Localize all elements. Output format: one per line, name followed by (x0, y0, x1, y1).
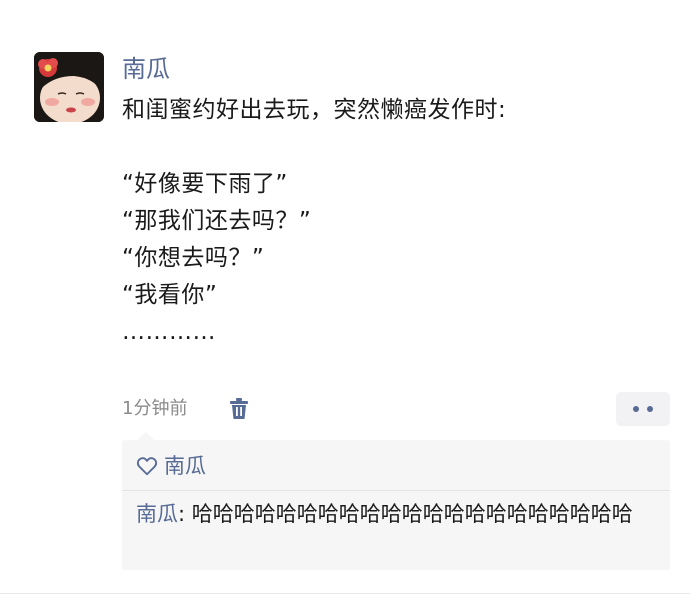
post-line: ………… (122, 319, 216, 345)
post-line: 和闺蜜约好出去玩，突然懒癌发作时: (122, 97, 507, 123)
post-line: “我看你” (122, 282, 218, 308)
post-line (122, 129, 670, 166)
likes-row: 南瓜 (136, 450, 206, 482)
comment-item[interactable]: 南瓜: 哈哈哈哈哈哈哈哈哈哈哈哈哈哈哈哈哈哈哈哈哈 (136, 498, 656, 530)
heart-outline-icon (136, 457, 158, 476)
dot (633, 406, 639, 412)
post-line: “那我们还去吗？” (122, 208, 312, 234)
timestamp: 1分钟前 (122, 398, 188, 419)
interaction-panel: 南瓜 南瓜: 哈哈哈哈哈哈哈哈哈哈哈哈哈哈哈哈哈哈哈哈哈 (122, 432, 670, 570)
liker-name[interactable]: 南瓜 (164, 450, 206, 482)
more-dots-icon[interactable] (616, 392, 670, 426)
post-content: 南瓜 和闺蜜约好出去玩，突然懒癌发作时: “好像要下雨了” “那我们还去吗？” … (122, 52, 670, 351)
avatar-image (34, 52, 104, 122)
trash-icon[interactable] (228, 397, 250, 421)
post-meta: 1分钟前 (122, 392, 670, 426)
post-line: “好像要下雨了” (122, 171, 288, 197)
author-name[interactable]: 南瓜 (122, 52, 670, 86)
comment-separator: : (178, 502, 192, 526)
moment-post: 南瓜 和闺蜜约好出去玩，突然懒癌发作时: “好像要下雨了” “那我们还去吗？” … (0, 0, 690, 594)
post-line: “你想去吗？” (122, 245, 265, 271)
dot (647, 406, 653, 412)
comment-author[interactable]: 南瓜 (136, 502, 178, 526)
avatar[interactable] (34, 52, 104, 122)
comment-text: 哈哈哈哈哈哈哈哈哈哈哈哈哈哈哈哈哈哈哈哈哈 (191, 502, 633, 526)
divider (122, 490, 670, 491)
post-text: 和闺蜜约好出去玩，突然懒癌发作时: “好像要下雨了” “那我们还去吗？” “你想… (122, 92, 670, 351)
